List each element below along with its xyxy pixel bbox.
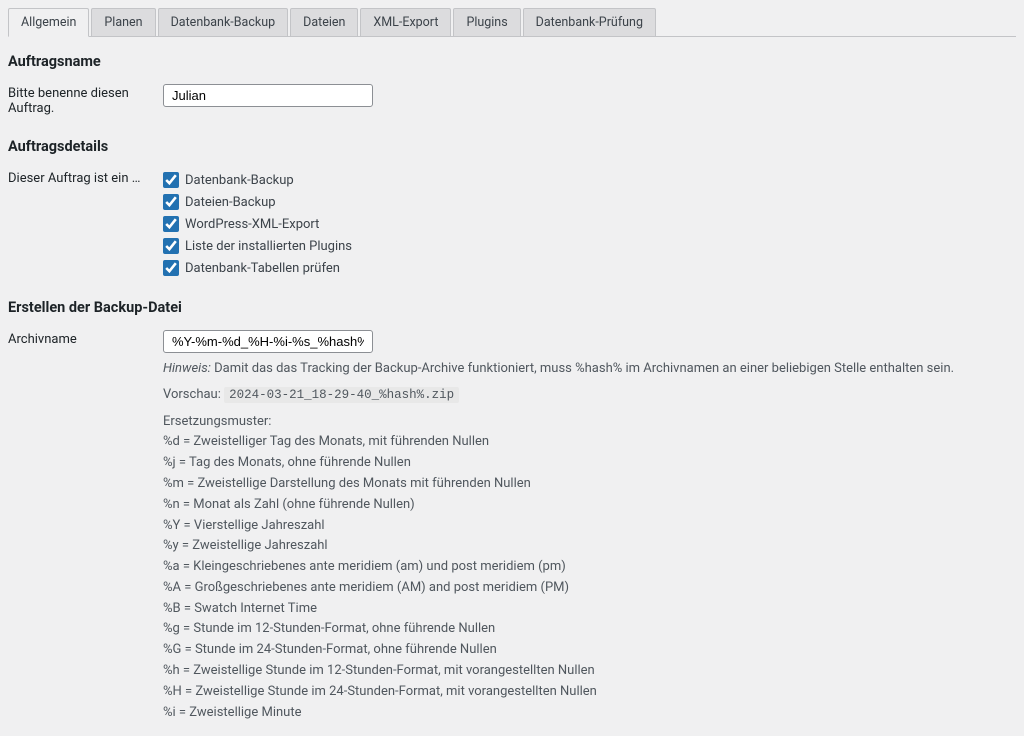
jobdetails-label: Dieser Auftrag ist ein … xyxy=(8,165,163,283)
pattern-line: %j = Tag des Monats, ohne führende Nulle… xyxy=(163,453,1016,474)
archive-preview: Vorschau: 2024-03-21_18-29-40_%hash%.zip xyxy=(163,385,1016,405)
section-jobdetails-heading: Auftragsdetails xyxy=(8,138,1016,155)
pattern-line: %i = Zweistellige Minute xyxy=(163,703,1016,724)
jobtype-checkbox[interactable] xyxy=(163,216,179,232)
preview-label: Vorschau: xyxy=(163,387,221,402)
tab-bar: AllgemeinPlanenDatenbank-BackupDateienXM… xyxy=(8,8,1016,37)
section-backupfile-heading: Erstellen der Backup-Datei xyxy=(8,299,1016,316)
tab-xml-export[interactable]: XML-Export xyxy=(360,8,451,36)
jobtype-label: Datenbank-Backup xyxy=(185,173,294,188)
pattern-line: %Y = Vierstellige Jahreszahl xyxy=(163,516,1016,537)
jobtype-option: Datenbank-Backup xyxy=(163,169,1016,191)
hint-label: Hinweis: xyxy=(163,361,211,376)
pattern-line: %g = Stunde im 12-Stunden-Format, ohne f… xyxy=(163,619,1016,640)
pattern-line: %G = Stunde im 24-Stunden-Format, ohne f… xyxy=(163,640,1016,661)
jobtype-label: Datenbank-Tabellen prüfen xyxy=(185,261,340,276)
preview-value: 2024-03-21_18-29-40_%hash%.zip xyxy=(224,387,459,403)
jobtype-option: WordPress-XML-Export xyxy=(163,213,1016,235)
pattern-line: %B = Swatch Internet Time xyxy=(163,599,1016,620)
patterns-block: Ersetzungsmuster: %d = Zweistelliger Tag… xyxy=(163,412,1016,724)
jobtype-label: Dateien-Backup xyxy=(185,195,276,210)
jobtype-option: Datenbank-Tabellen prüfen xyxy=(163,257,1016,279)
archive-hint: Hinweis: Damit das das Tracking der Back… xyxy=(163,359,1016,379)
archive-label: Archivname xyxy=(8,326,163,727)
jobname-label: Bitte benenne diesen Auftrag. xyxy=(8,80,163,122)
jobtype-checkbox[interactable] xyxy=(163,238,179,254)
jobtype-checkbox[interactable] xyxy=(163,260,179,276)
tab-dateien[interactable]: Dateien xyxy=(290,8,358,36)
jobtype-option: Liste der installierten Plugins xyxy=(163,235,1016,257)
pattern-line: %H = Zweistellige Stunde im 24-Stunden-F… xyxy=(163,682,1016,703)
jobname-input[interactable] xyxy=(163,84,373,107)
pattern-line: %A = Großgeschriebenes ante meridiem (AM… xyxy=(163,578,1016,599)
patterns-header: Ersetzungsmuster: xyxy=(163,412,1016,433)
tab-datenbank-pr-fung[interactable]: Datenbank-Prüfung xyxy=(523,8,656,36)
tab-plugins[interactable]: Plugins xyxy=(453,8,520,36)
section-jobname-heading: Auftragsname xyxy=(8,53,1016,70)
pattern-line: %h = Zweistellige Stunde im 12-Stunden-F… xyxy=(163,661,1016,682)
archive-input[interactable] xyxy=(163,330,373,353)
jobtype-checkbox[interactable] xyxy=(163,194,179,210)
jobtype-checkbox[interactable] xyxy=(163,172,179,188)
jobtype-label: WordPress-XML-Export xyxy=(185,217,319,232)
jobtype-label: Liste der installierten Plugins xyxy=(185,239,352,254)
hint-text: Damit das das Tracking der Backup-Archiv… xyxy=(214,361,954,376)
pattern-line: %n = Monat als Zahl (ohne führende Nulle… xyxy=(163,495,1016,516)
tab-planen[interactable]: Planen xyxy=(91,8,155,36)
jobtype-option: Dateien-Backup xyxy=(163,191,1016,213)
tab-allgemein[interactable]: Allgemein xyxy=(8,8,89,37)
pattern-line: %m = Zweistellige Darstellung des Monats… xyxy=(163,474,1016,495)
pattern-line: %d = Zweistelliger Tag des Monats, mit f… xyxy=(163,432,1016,453)
pattern-line: %y = Zweistellige Jahreszahl xyxy=(163,536,1016,557)
tab-datenbank-backup[interactable]: Datenbank-Backup xyxy=(158,8,289,36)
pattern-line: %a = Kleingeschriebenes ante meridiem (a… xyxy=(163,557,1016,578)
